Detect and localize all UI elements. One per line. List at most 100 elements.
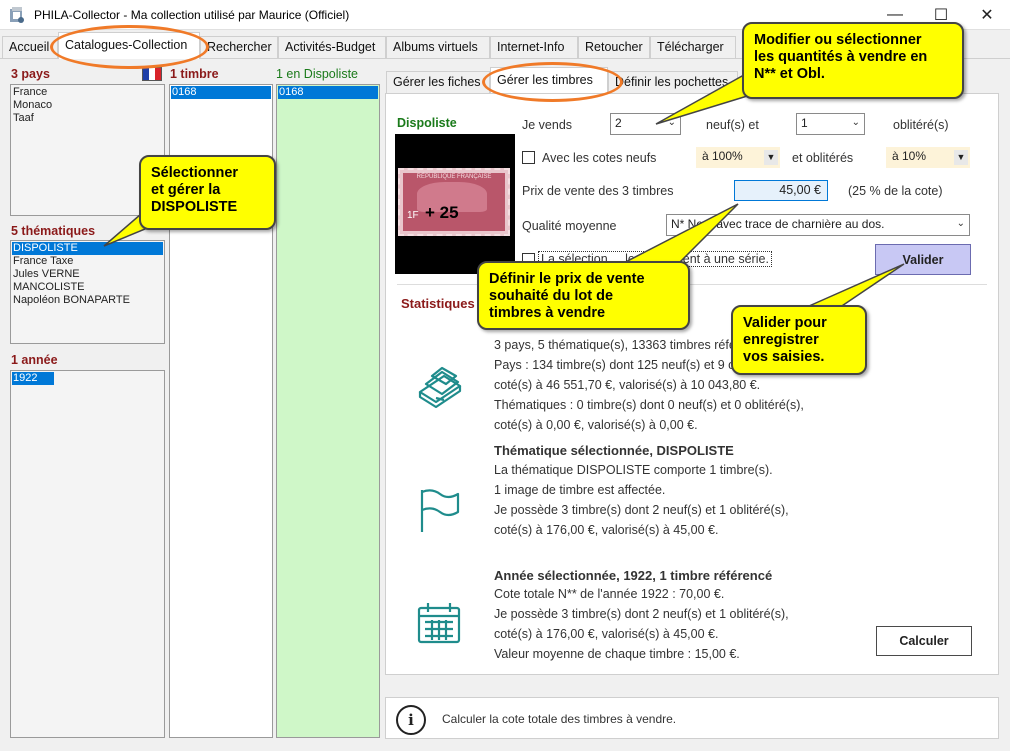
status-text: Calculer la cote totale des timbres à ve… (442, 712, 677, 726)
cote-obl-value: à 10% (892, 149, 927, 163)
chevron-down-icon: ⌄ (956, 218, 965, 229)
dispoliste-list[interactable]: 0168 (276, 84, 380, 738)
stat-line: coté(s) à 0,00 €, valorisé(s) à 0,00 €. (494, 418, 698, 432)
callout-prix: Définir le prix de vente souhaité du lot… (477, 261, 690, 330)
callout-line: timbres à vendre (489, 305, 606, 321)
list-item[interactable]: 0168 (278, 86, 378, 99)
qualite-value: N* Neuf avec trace de charnière au dos. (671, 217, 885, 231)
callout-line: DISPOLISTE (151, 199, 238, 215)
callout-dispoliste: Sélectionner et gérer la DISPOLISTE (139, 155, 276, 230)
qty-obl-select[interactable]: 1 ⌄ (796, 113, 865, 135)
stamp-header-text: RÉPUBLIQUE FRANÇAISE (416, 174, 492, 180)
chevron-down-icon: ▼ (954, 150, 968, 165)
dispoliste-count-title: 1 en Dispoliste (276, 67, 358, 81)
obl-label: oblitéré(s) (893, 118, 949, 132)
dispoliste-section-title: Dispoliste (397, 116, 457, 130)
list-item[interactable]: 0168 (171, 86, 271, 99)
cotes-checkbox[interactable] (522, 151, 535, 164)
callout-line: Sélectionner (151, 165, 239, 181)
chevron-down-icon: ▼ (764, 150, 778, 165)
stat-line: coté(s) à 176,00 €, valorisé(s) à 45,00 … (494, 627, 719, 641)
stat-line: Cote totale N** de l'année 1922 : 70,00 … (494, 587, 725, 601)
callout-line: les quantités à vendre en (754, 49, 928, 65)
stat-line: Thématiques : 0 timbre(s) dont 0 neuf(s)… (494, 398, 804, 412)
valider-button[interactable]: Valider (875, 244, 971, 275)
list-item[interactable]: MANCOLISTE (12, 281, 163, 294)
cotes-label: Avec les cotes neufs (542, 151, 657, 165)
prix-pct-label: (25 % de la cote) (848, 184, 943, 198)
callout-line: N** et Obl. (754, 66, 825, 82)
callout-line: Modifier ou sélectionner (754, 32, 922, 48)
subtab-definir-pochettes[interactable]: Définir les pochettes (608, 71, 738, 93)
calculer-button[interactable]: Calculer (876, 626, 972, 656)
annee-title: 1 année (11, 353, 58, 367)
callout-line: et gérer la (151, 182, 221, 198)
thematiques-list[interactable]: DISPOLISTE France Taxe Jules VERNE MANCO… (10, 240, 165, 344)
list-item[interactable]: Monaco (12, 99, 163, 112)
list-item[interactable]: France Taxe (12, 255, 163, 268)
annee-head: Année sélectionnée, 1922, 1 timbre référ… (494, 568, 773, 583)
close-button[interactable]: ✕ (964, 0, 1010, 30)
window-title: PHILA-Collector - Ma collection utilisé … (34, 8, 350, 22)
list-item[interactable]: Napoléon BONAPARTE (12, 294, 163, 307)
stats-annee-block: Cote totale N** de l'année 1922 : 70,00 … (494, 584, 789, 664)
callout-line: vos saisies. (743, 349, 825, 365)
tab-catalogues-collection[interactable]: Catalogues-Collection (58, 32, 200, 59)
pays-title: 3 pays (11, 67, 50, 81)
subtab-gerer-timbres[interactable]: Gérer les timbres (490, 67, 608, 94)
list-item[interactable]: Jules VERNE (12, 268, 163, 281)
tab-retoucher[interactable]: Retoucher (578, 36, 650, 58)
stat-line: La thématique DISPOLISTE comporte 1 timb… (494, 463, 773, 477)
stat-line: Valeur moyenne de chaque timbre : 15,00 … (494, 647, 740, 661)
cote-obl-select[interactable]: à 10% ▼ (886, 147, 970, 168)
thematiques-title: 5 thématiques (11, 224, 96, 238)
qty-obl-value: 1 (801, 116, 808, 130)
stamp-value: 1F (407, 210, 419, 221)
stat-line: Je possède 3 timbre(s) dont 2 neuf(s) et… (494, 503, 789, 517)
list-item[interactable]: 1922 (12, 372, 54, 385)
france-flag-icon (142, 67, 162, 81)
books-icon (416, 362, 464, 411)
tab-internet-info[interactable]: Internet-Info (490, 36, 578, 58)
stat-line: 1 image de timbre est affectée. (494, 483, 666, 497)
stat-line: coté(s) à 46 551,70 €, valorisé(s) à 10 … (494, 378, 761, 392)
info-icon: i (396, 705, 426, 735)
tab-accueil[interactable]: Accueil (2, 36, 58, 58)
tab-activites-budget[interactable]: Activités-Budget (278, 36, 386, 58)
cote-neuf-select[interactable]: à 100% ▼ (696, 147, 780, 168)
timbre-title: 1 timbre (170, 67, 219, 81)
annee-list[interactable]: 1922 (10, 370, 165, 738)
subtab-gerer-fiches[interactable]: Gérer les fiches (386, 71, 490, 93)
flag-icon (418, 488, 462, 537)
callout-line: enregistrer (743, 332, 819, 348)
cote-neuf-value: à 100% (702, 149, 743, 163)
prix-label: Prix de vente des 3 timbres (522, 184, 674, 198)
calendar-icon (416, 600, 462, 649)
callout-line: Valider pour (743, 315, 827, 331)
tab-albums-virtuels[interactable]: Albums virtuels (386, 36, 490, 58)
et-obl-label: et oblitérés (792, 151, 854, 165)
qty-neuf-value: 2 (615, 116, 622, 130)
stats-thematique-block: La thématique DISPOLISTE comporte 1 timb… (494, 460, 789, 540)
stat-line: Je possède 3 timbre(s) dont 2 neuf(s) et… (494, 607, 789, 621)
list-item[interactable]: DISPOLISTE (12, 242, 163, 255)
prix-input[interactable]: 45,00 € (734, 180, 828, 201)
chevron-down-icon: ⌄ (851, 117, 860, 128)
qty-neuf-select[interactable]: 2 ⌄ (610, 113, 681, 135)
chevron-down-icon: ⌄ (667, 117, 676, 128)
neuf-label: neuf(s) et (706, 118, 759, 132)
app-icon (8, 6, 26, 24)
stamp-surcharge: + 25 (425, 203, 459, 222)
tab-rechercher[interactable]: Rechercher (200, 36, 278, 58)
callout-line: Définir le prix de vente (489, 271, 645, 287)
tab-telecharger[interactable]: Télécharger (650, 36, 736, 58)
stamp-image[interactable]: RÉPUBLIQUE FRANÇAISE + 25 1F (395, 134, 515, 274)
statistiques-title: Statistiques (401, 296, 475, 311)
je-vends-label: Je vends (522, 118, 573, 132)
list-item[interactable]: Taaf (12, 112, 163, 125)
list-item[interactable]: France (12, 86, 163, 99)
qualite-select[interactable]: N* Neuf avec trace de charnière au dos. ⌄ (666, 214, 970, 236)
qualite-label: Qualité moyenne (522, 219, 617, 233)
callout-line: souhaité du lot de (489, 288, 614, 304)
callout-valider: Valider pour enregistrer vos saisies. (731, 305, 867, 375)
